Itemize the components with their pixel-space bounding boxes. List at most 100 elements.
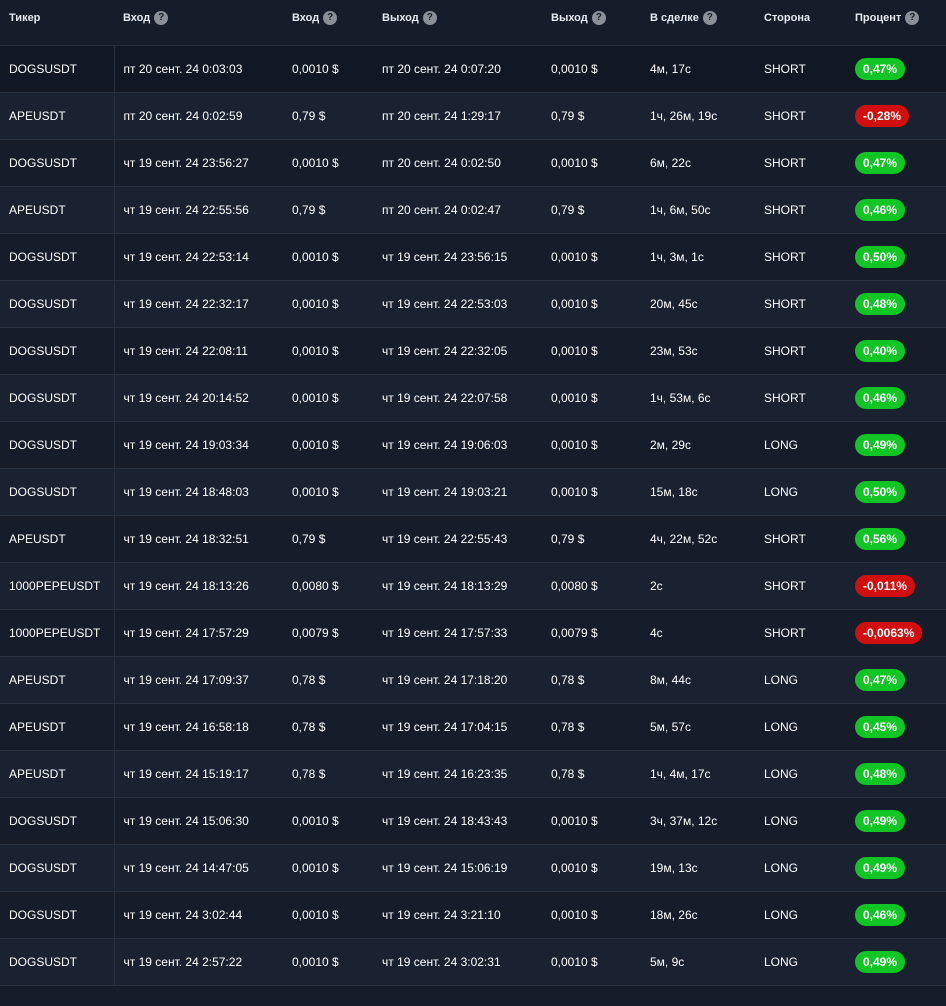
entry-price-cell: 0,79 $ bbox=[283, 515, 373, 563]
table-row[interactable]: DOGSUSDT чт 19 сент. 24 22:32:17 0,0010 $ ч… bbox=[0, 280, 946, 328]
exit-price-cell: 0,0010 $ bbox=[542, 844, 641, 892]
header-duration[interactable]: В сделке? bbox=[641, 0, 755, 46]
header-label: Выход bbox=[551, 12, 588, 25]
help-icon[interactable]: ? bbox=[905, 11, 920, 26]
header-exit-price[interactable]: Выход? bbox=[542, 0, 641, 46]
table-row[interactable]: APEUSDT чт 19 сент. 24 16:58:18 0,78 $ чт 1… bbox=[0, 703, 946, 751]
table-row[interactable]: DOGSUSDT чт 19 сент. 24 22:53:14 0,0010 $ ч… bbox=[0, 233, 946, 281]
table-row[interactable]: 1000PEPEUSDT чт 19 сент. 24 18:13:26 0,008… bbox=[0, 562, 946, 610]
entry-time-cell: чт 19 сент. 24 22:32:17 bbox=[114, 280, 283, 328]
table-row[interactable]: DOGSUSDT чт 19 сент. 24 19:03:34 0,0010 $ ч… bbox=[0, 421, 946, 469]
side-cell: SHORT bbox=[755, 609, 846, 657]
table-row[interactable]: DOGSUSDT чт 19 сент. 24 18:48:03 0,0010 $ ч… bbox=[0, 468, 946, 516]
ticker-cell: DOGSUSDT bbox=[0, 797, 115, 845]
percent-cell: 0,49% bbox=[846, 844, 946, 892]
header-entry-time[interactable]: Вход? bbox=[114, 0, 283, 46]
percent-cell: -0,28% bbox=[846, 92, 946, 140]
entry-time-cell: чт 19 сент. 24 17:57:29 bbox=[114, 609, 283, 657]
table-row[interactable]: DOGSUSDT чт 19 сент. 24 2:57:22 0,0010 $ чт… bbox=[0, 938, 946, 986]
ticker-cell: DOGSUSDT bbox=[0, 468, 115, 516]
duration-cell: 4м, 17с bbox=[641, 45, 755, 93]
duration-cell: 4ч, 22м, 52с bbox=[641, 515, 755, 563]
entry-time-cell: чт 19 сент. 24 22:08:11 bbox=[114, 327, 283, 375]
table-row[interactable]: APEUSDT чт 19 сент. 24 22:55:56 0,79 $ пт 2… bbox=[0, 186, 946, 234]
percent-badge: 0,50% bbox=[855, 245, 906, 268]
header-entry-price[interactable]: Вход? bbox=[283, 0, 373, 46]
header-side[interactable]: Сторона bbox=[755, 0, 846, 46]
help-icon[interactable]: ? bbox=[422, 11, 437, 26]
side-cell: LONG bbox=[755, 844, 846, 892]
percent-badge: 0,50% bbox=[855, 480, 906, 503]
percent-badge: -0,0063% bbox=[855, 621, 923, 644]
exit-price-cell: 0,0010 $ bbox=[542, 233, 641, 281]
entry-time-cell: пт 20 сент. 24 0:03:03 bbox=[114, 45, 283, 93]
help-icon[interactable]: ? bbox=[154, 11, 169, 26]
exit-time-cell: чт 19 сент. 24 17:57:33 bbox=[373, 609, 542, 657]
exit-price-cell: 0,78 $ bbox=[542, 703, 641, 751]
table-row[interactable]: DOGSUSDT чт 19 сент. 24 14:47:05 0,0010 $ ч… bbox=[0, 844, 946, 892]
header-label: Сторона bbox=[764, 12, 811, 25]
duration-cell: 20м, 45с bbox=[641, 280, 755, 328]
percent-cell: 0,46% bbox=[846, 186, 946, 234]
ticker-cell: 1000PEPEUSDT bbox=[0, 609, 115, 657]
help-icon[interactable]: ? bbox=[702, 11, 717, 26]
duration-cell: 15м, 18с bbox=[641, 468, 755, 516]
table-row[interactable]: DOGSUSDT пт 20 сент. 24 0:03:03 0,0010 $ пт… bbox=[0, 45, 946, 93]
header-row: Тикер Вход? Вход? Выход? Выход? В сделке? Стор… bbox=[0, 0, 946, 46]
percent-cell: -0,011% bbox=[846, 562, 946, 610]
entry-time-cell: чт 19 сент. 24 15:06:30 bbox=[114, 797, 283, 845]
header-exit-time[interactable]: Выход? bbox=[373, 0, 542, 46]
ticker-cell: DOGSUSDT bbox=[0, 280, 115, 328]
ticker-cell: 1000PEPEUSDT bbox=[0, 562, 115, 610]
exit-time-cell: чт 19 сент. 24 23:56:15 bbox=[373, 233, 542, 281]
exit-time-cell: чт 19 сент. 24 19:03:21 bbox=[373, 468, 542, 516]
table-row[interactable]: DOGSUSDT чт 19 сент. 24 15:06:30 0,0010 $ ч… bbox=[0, 797, 946, 845]
table-row[interactable]: 1000PEPEUSDT чт 19 сент. 24 17:57:29 0,007… bbox=[0, 609, 946, 657]
percent-badge: -0,28% bbox=[855, 104, 910, 127]
entry-price-cell: 0,0010 $ bbox=[283, 327, 373, 375]
entry-price-cell: 0,78 $ bbox=[283, 656, 373, 704]
exit-time-cell: пт 20 сент. 24 0:02:47 bbox=[373, 186, 542, 234]
duration-cell: 18м, 26с bbox=[641, 891, 755, 939]
side-cell: LONG bbox=[755, 750, 846, 798]
table-row[interactable]: APEUSDT чт 19 сент. 24 17:09:37 0,78 $ чт 1… bbox=[0, 656, 946, 704]
duration-cell: 3ч, 37м, 12с bbox=[641, 797, 755, 845]
table-row[interactable]: APEUSDT пт 20 сент. 24 0:02:59 0,79 $ пт 20… bbox=[0, 92, 946, 140]
header-ticker[interactable]: Тикер bbox=[0, 0, 114, 46]
side-cell: SHORT bbox=[755, 45, 846, 93]
table-row[interactable]: DOGSUSDT чт 19 сент. 24 23:56:27 0,0010 $ п… bbox=[0, 139, 946, 187]
exit-price-cell: 0,0010 $ bbox=[542, 45, 641, 93]
entry-time-cell: чт 19 сент. 24 16:58:18 bbox=[114, 703, 283, 751]
percent-badge: 0,46% bbox=[855, 198, 906, 221]
ticker-cell: APEUSDT bbox=[0, 750, 115, 798]
exit-time-cell: чт 19 сент. 24 17:18:20 bbox=[373, 656, 542, 704]
help-icon[interactable]: ? bbox=[591, 11, 606, 26]
percent-badge: 0,46% bbox=[855, 903, 906, 926]
percent-cell: -0,0063% bbox=[846, 609, 946, 657]
exit-price-cell: 0,0010 $ bbox=[542, 421, 641, 469]
entry-time-cell: чт 19 сент. 24 23:56:27 bbox=[114, 139, 283, 187]
ticker-cell: APEUSDT bbox=[0, 703, 115, 751]
entry-time-cell: чт 19 сент. 24 19:03:34 bbox=[114, 421, 283, 469]
entry-time-cell: чт 19 сент. 24 20:14:52 bbox=[114, 374, 283, 422]
side-cell: LONG bbox=[755, 891, 846, 939]
header-percent[interactable]: Процент? bbox=[846, 0, 946, 46]
table-row[interactable]: DOGSUSDT чт 19 сент. 24 22:08:11 0,0010 $ ч… bbox=[0, 327, 946, 375]
entry-price-cell: 0,79 $ bbox=[283, 92, 373, 140]
exit-price-cell: 0,0010 $ bbox=[542, 938, 641, 986]
exit-time-cell: чт 19 сент. 24 16:23:35 bbox=[373, 750, 542, 798]
entry-time-cell: чт 19 сент. 24 15:19:17 bbox=[114, 750, 283, 798]
duration-cell: 1ч, 3м, 1с bbox=[641, 233, 755, 281]
entry-price-cell: 0,0010 $ bbox=[283, 233, 373, 281]
trades-table: Тикер Вход? Вход? Выход? Выход? В сделке? Стор… bbox=[0, 0, 946, 986]
exit-time-cell: чт 19 сент. 24 22:32:05 bbox=[373, 327, 542, 375]
duration-cell: 23м, 53с bbox=[641, 327, 755, 375]
table-row[interactable]: DOGSUSDT чт 19 сент. 24 3:02:44 0,0010 $ чт… bbox=[0, 891, 946, 939]
ticker-cell: DOGSUSDT bbox=[0, 233, 115, 281]
table-row[interactable]: DOGSUSDT чт 19 сент. 24 20:14:52 0,0010 $ ч… bbox=[0, 374, 946, 422]
table-row[interactable]: APEUSDT чт 19 сент. 24 18:32:51 0,79 $ чт 1… bbox=[0, 515, 946, 563]
table-row[interactable]: APEUSDT чт 19 сент. 24 15:19:17 0,78 $ чт 1… bbox=[0, 750, 946, 798]
help-icon[interactable]: ? bbox=[323, 11, 338, 26]
percent-cell: 0,49% bbox=[846, 938, 946, 986]
percent-cell: 0,45% bbox=[846, 703, 946, 751]
